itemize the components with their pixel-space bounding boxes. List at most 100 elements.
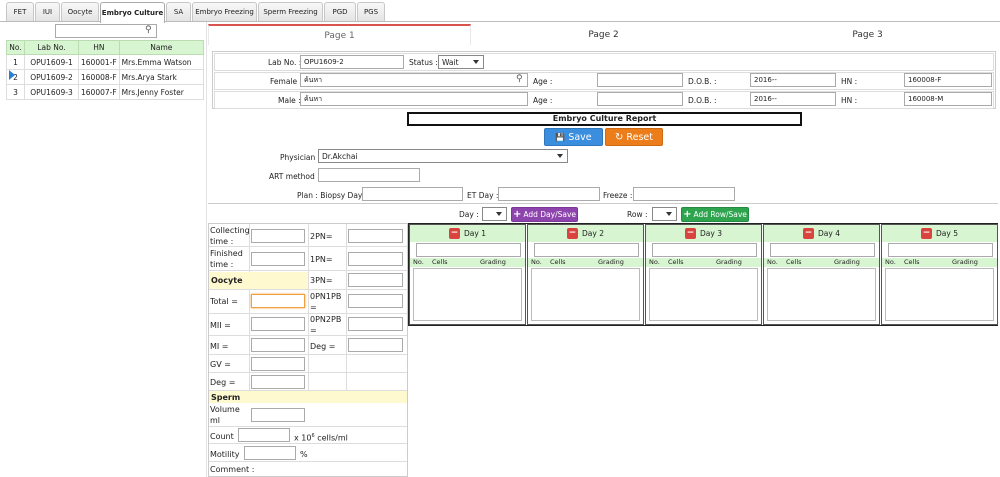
0pn1pb-input[interactable] [348, 294, 403, 308]
day-body [649, 268, 758, 321]
mi-input[interactable] [251, 338, 305, 352]
top-tab-bar: FET IUI Oocyte Embryo Culture SA Embryo … [0, 0, 1000, 23]
day-card-5: − Day 5 No. Cells Grading [881, 224, 998, 325]
table-row-selected[interactable]: 2 OPU1609-2 160008-F Mrs.Arya Stark [6, 69, 205, 85]
day-body [531, 268, 640, 321]
physician-select[interactable]: Dr.Akchai [318, 149, 568, 163]
day-header: − Day 2 [528, 225, 643, 242]
table-header-row: No. Lab No. HN Name [6, 40, 205, 55]
remove-day-icon[interactable]: − [567, 228, 579, 239]
tab-pgs[interactable]: PGS [357, 2, 385, 21]
tab-sperm-freezing[interactable]: Sperm Freezing [258, 2, 323, 21]
row-name: Mrs.Jenny Foster [118, 84, 205, 100]
finished-time-label: Finished time : [210, 249, 243, 269]
row-no: 3 [6, 84, 25, 100]
page-tab-3[interactable]: Page 3 [736, 24, 999, 45]
female-dob-input[interactable]: 2016-- [750, 73, 836, 87]
art-method-input[interactable] [318, 168, 420, 182]
tab-pgd[interactable]: PGD [324, 2, 356, 21]
day-input[interactable] [888, 243, 993, 257]
row-select[interactable] [652, 207, 677, 221]
tab-sa[interactable]: SA [166, 2, 191, 21]
2pn-label: 2PN= [310, 232, 333, 241]
add-day-button[interactable]: + Add Day/Save [511, 207, 578, 222]
day-input[interactable] [770, 243, 875, 257]
female-hn-input[interactable]: 160008-F [904, 73, 992, 87]
0pn2pb-input[interactable] [348, 317, 403, 331]
tab-embryo-freezing[interactable]: Embryo Freezing [192, 2, 257, 21]
row-hn: 160008-F [78, 69, 120, 85]
count-input[interactable] [238, 428, 290, 442]
tab-oocyte[interactable]: Oocyte [61, 2, 99, 21]
day-columns: No. Cells Grading [528, 258, 643, 267]
day-select[interactable] [482, 207, 507, 221]
row-name: Mrs.Arya Stark [118, 69, 205, 85]
page-tab-2[interactable]: Page 2 [472, 24, 735, 45]
plus-icon: + [512, 209, 522, 220]
biopsy-day-input[interactable] [362, 187, 463, 201]
status-select[interactable]: Wait [438, 55, 484, 69]
remove-day-icon[interactable]: − [685, 228, 697, 239]
deg-label: Deg = [210, 378, 236, 387]
male-dob-input[interactable]: 2016-- [750, 92, 836, 106]
female-search-input[interactable]: ค้นหา [300, 73, 528, 87]
row-divider [209, 373, 407, 391]
col-cells: Cells [668, 258, 684, 266]
female-age-label: Age : [533, 77, 553, 86]
male-hn-input[interactable]: 160008-M [904, 92, 992, 106]
total-input[interactable] [251, 294, 305, 308]
day-input[interactable] [652, 243, 757, 257]
add-row-button[interactable]: + Add Row/Save [681, 207, 749, 222]
save-label: Save [568, 131, 592, 143]
finished-time-input[interactable] [251, 252, 305, 266]
collecting-time-input[interactable] [251, 229, 305, 243]
day-card-2: − Day 2 No. Cells Grading [527, 224, 644, 325]
physician-label: Physician : [280, 153, 321, 162]
deg-input[interactable] [251, 375, 305, 389]
day-label: Day : [459, 210, 479, 219]
col-cells: Cells [550, 258, 566, 266]
male-label: Male : [278, 96, 301, 105]
day-input[interactable] [534, 243, 639, 257]
tab-embryo-culture[interactable]: Embryo Culture [100, 2, 165, 23]
0pn2pb-label: 0PN2PB = [310, 315, 342, 335]
add-day-label: Add Day/Save [523, 210, 577, 219]
lab-no-input[interactable]: OPU1609-2 [300, 55, 404, 69]
mii-input[interactable] [251, 317, 305, 331]
mii-label: MII = [210, 321, 231, 330]
day-card-1: − Day 1 No. Cells Grading [409, 224, 526, 325]
tab-fet[interactable]: FET [6, 2, 34, 21]
col-name: Name [118, 40, 205, 55]
save-button[interactable]: 💾 Save [544, 128, 603, 146]
page-tab-1[interactable]: Page 1 [208, 24, 471, 45]
search-icon[interactable]: ⚲ [145, 25, 152, 35]
col-grading: Grading [952, 258, 978, 266]
deg-right-input[interactable] [348, 338, 403, 352]
female-hn-label: HN : [841, 77, 858, 86]
1pn-input[interactable] [348, 252, 403, 266]
male-search-input[interactable]: ค้นหา [300, 92, 528, 106]
day-input[interactable] [416, 243, 521, 257]
remove-day-icon[interactable]: − [803, 228, 815, 239]
remove-day-icon[interactable]: − [921, 228, 933, 239]
female-age-input[interactable] [597, 73, 683, 87]
motility-label: Motility [210, 450, 240, 459]
col-grading: Grading [834, 258, 860, 266]
gv-input[interactable] [251, 357, 305, 371]
day-columns: No. Cells Grading [410, 258, 525, 267]
et-day-input[interactable] [498, 187, 600, 201]
reset-button[interactable]: ↻ Reset [605, 128, 663, 146]
tab-iui[interactable]: IUI [35, 2, 60, 21]
2pn-input[interactable] [348, 229, 403, 243]
volume-input[interactable] [251, 408, 305, 422]
col-no: No. [6, 40, 25, 55]
freeze-input[interactable] [633, 187, 735, 201]
table-row[interactable]: 3 OPU1609-3 160007-F Mrs.Jenny Foster [6, 84, 205, 100]
motility-input[interactable] [244, 446, 296, 460]
table-row[interactable]: 1 OPU1609-1 160001-F Mrs.Emma Watson [6, 54, 205, 70]
remove-day-icon[interactable]: − [449, 228, 461, 239]
3pn-input[interactable] [348, 273, 403, 287]
male-age-input[interactable] [597, 92, 683, 106]
female-search-icon[interactable]: ⚲ [516, 74, 523, 84]
patient-search-input[interactable] [55, 24, 157, 38]
